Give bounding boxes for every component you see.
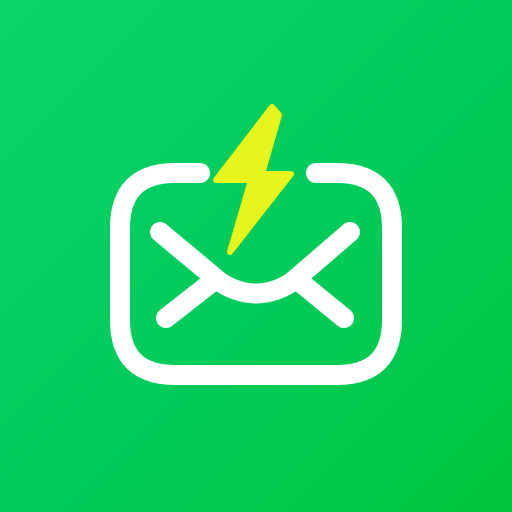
envelope-right-diagonal <box>290 272 354 328</box>
mail-lightning-logo <box>110 104 402 385</box>
envelope-flap <box>150 222 360 304</box>
app-icon-tile <box>0 0 512 512</box>
lightning-bolt-icon <box>213 104 294 255</box>
envelope-left-diagonal <box>156 272 222 328</box>
